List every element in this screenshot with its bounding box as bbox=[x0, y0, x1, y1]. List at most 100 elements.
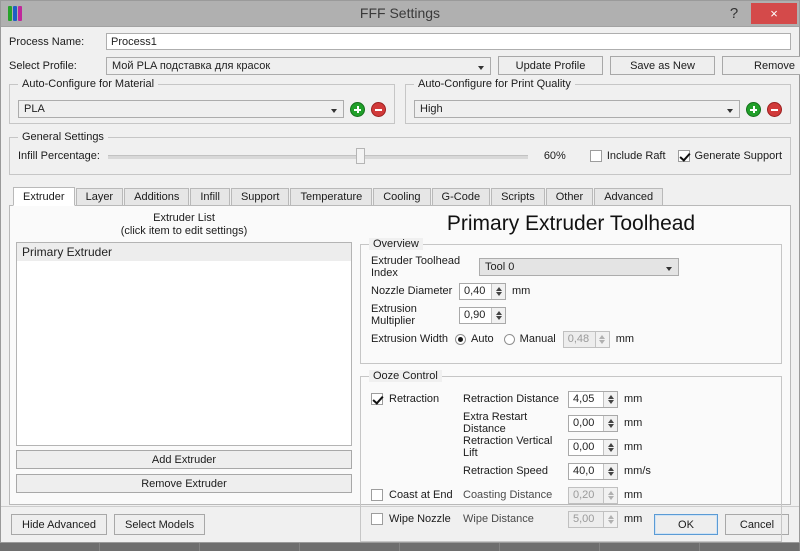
ooze-field-stepper[interactable] bbox=[603, 512, 617, 527]
process-name-input[interactable]: Process1 bbox=[106, 33, 791, 50]
help-button[interactable]: ? bbox=[723, 3, 745, 24]
wipe-nozzle-checkbox[interactable] bbox=[371, 513, 383, 525]
overview-title: Overview bbox=[369, 238, 423, 250]
tab-cooling[interactable]: Cooling bbox=[373, 188, 430, 205]
process-name-label: Process Name: bbox=[9, 36, 106, 48]
toolhead-settings-column: Primary Extruder Toolhead Overview Extru… bbox=[358, 206, 790, 504]
ooze-field-input[interactable]: 0,00 bbox=[568, 439, 618, 456]
quality-dropdown[interactable]: High bbox=[414, 100, 740, 118]
ooze-field-label: Wipe Distance bbox=[463, 513, 568, 525]
ooze-field-value: 0,00 bbox=[573, 417, 594, 429]
extrusion-multiplier-value: 0,90 bbox=[464, 309, 485, 321]
extrusion-width-auto-radio[interactable] bbox=[455, 334, 466, 345]
ooze-field-input[interactable]: 4,05 bbox=[568, 391, 618, 408]
ooze-field-stepper[interactable] bbox=[603, 392, 617, 407]
ooze-control-group: Ooze Control RetractionRetraction Distan… bbox=[360, 376, 782, 542]
tab-extruder[interactable]: Extruder bbox=[13, 187, 75, 206]
ooze-field-value: 4,05 bbox=[573, 393, 594, 405]
extrusion-width-value: 0,48 bbox=[568, 333, 589, 345]
generate-support-box[interactable] bbox=[678, 150, 690, 162]
tab-other[interactable]: Other bbox=[546, 188, 594, 205]
include-raft-label: Include Raft bbox=[607, 150, 666, 162]
generate-support-checkbox[interactable]: Generate Support bbox=[678, 150, 782, 162]
add-quality-icon[interactable] bbox=[746, 102, 761, 117]
tab-g-code[interactable]: G-Code bbox=[432, 188, 491, 205]
ooze-field-input[interactable]: 0,20 bbox=[568, 487, 618, 504]
process-name-row: Process Name: Process1 bbox=[9, 33, 791, 50]
extruder-list-column: Extruder List (click item to edit settin… bbox=[10, 206, 358, 504]
add-extruder-button[interactable]: Add Extruder bbox=[16, 450, 352, 469]
general-settings-title: General Settings bbox=[18, 131, 108, 143]
nozzle-diameter-input[interactable]: 0,40 bbox=[459, 283, 506, 300]
ooze-field-input[interactable]: 40,0 bbox=[568, 463, 618, 480]
include-raft-checkbox[interactable]: Include Raft bbox=[590, 150, 666, 162]
tab-infill[interactable]: Infill bbox=[190, 188, 230, 205]
select-models-button[interactable]: Select Models bbox=[114, 514, 205, 535]
ooze-field-label: Retraction Speed bbox=[463, 465, 568, 477]
ooze-row: Retraction Vertical Lift0,00mm bbox=[371, 437, 771, 457]
nozzle-diameter-value: 0,40 bbox=[464, 285, 485, 297]
ooze-field-stepper[interactable] bbox=[603, 464, 617, 479]
add-material-icon[interactable] bbox=[350, 102, 365, 117]
ooze-field-unit: mm bbox=[624, 417, 642, 429]
remove-profile-button[interactable]: Remove bbox=[722, 56, 800, 75]
ooze-field-value: 0,20 bbox=[573, 489, 594, 501]
ooze-field-stepper[interactable] bbox=[603, 488, 617, 503]
extrusion-width-stepper[interactable] bbox=[595, 332, 609, 347]
infill-slider-thumb[interactable] bbox=[356, 148, 365, 164]
list-item[interactable]: Primary Extruder bbox=[17, 243, 351, 261]
nozzle-diameter-stepper[interactable] bbox=[491, 284, 505, 299]
material-dropdown[interactable]: PLA bbox=[18, 100, 344, 118]
ooze-row: Retraction Speed 40,0 mm/s bbox=[371, 461, 771, 481]
close-icon[interactable]: × bbox=[751, 3, 797, 24]
ooze-field-label: Retraction Distance bbox=[463, 393, 568, 405]
remove-quality-icon[interactable] bbox=[767, 102, 782, 117]
ooze-field-unit: mm/s bbox=[624, 465, 651, 477]
update-profile-button[interactable]: Update Profile bbox=[498, 56, 603, 75]
toolhead-index-label: Extruder Toolhead Index bbox=[371, 255, 479, 279]
extruder-list-buttons: Add Extruder Remove Extruder bbox=[16, 446, 352, 504]
tab-panel-extruder: Extruder List (click item to edit settin… bbox=[9, 206, 791, 505]
retraction-checkbox[interactable] bbox=[371, 393, 383, 405]
tab-temperature[interactable]: Temperature bbox=[290, 188, 372, 205]
coast-at-end-label: Coast at End bbox=[389, 489, 453, 501]
tab-layer[interactable]: Layer bbox=[76, 188, 124, 205]
ooze-field-input[interactable]: 0,00 bbox=[568, 415, 618, 432]
dialog-content: Process Name: Process1 Select Profile: М… bbox=[1, 27, 799, 506]
infill-percentage-value: 60% bbox=[532, 150, 566, 162]
tab-additions[interactable]: Additions bbox=[124, 188, 189, 205]
extrusion-width-manual-radio[interactable] bbox=[504, 334, 515, 345]
extrusion-width-input[interactable]: 0,48 bbox=[563, 331, 610, 348]
extruder-listbox[interactable]: Primary Extruder bbox=[16, 242, 352, 446]
extrusion-multiplier-input[interactable]: 0,90 bbox=[459, 307, 506, 324]
select-profile-dropdown[interactable]: Мой PLA подставка для красок bbox=[106, 57, 491, 75]
include-raft-box[interactable] bbox=[590, 150, 602, 162]
ooze-field-value: 5,00 bbox=[573, 513, 594, 525]
tab-scripts[interactable]: Scripts bbox=[491, 188, 545, 205]
extruder-list-title-line1: Extruder List bbox=[16, 212, 352, 225]
hide-advanced-button[interactable]: Hide Advanced bbox=[11, 514, 107, 535]
ooze-field-stepper[interactable] bbox=[603, 416, 617, 431]
infill-slider[interactable] bbox=[108, 148, 528, 164]
ooze-field-value: 40,0 bbox=[573, 465, 594, 477]
extruder-list-title-line2: (click item to edit settings) bbox=[16, 225, 352, 238]
toolhead-heading: Primary Extruder Toolhead bbox=[360, 212, 782, 236]
generate-support-label: Generate Support bbox=[695, 150, 782, 162]
ooze-rows: RetractionRetraction Distance4,05mmExtra… bbox=[371, 389, 771, 529]
remove-material-icon[interactable] bbox=[371, 102, 386, 117]
infill-percentage-label: Infill Percentage: bbox=[18, 150, 100, 162]
extrusion-width-row: Extrusion Width Auto Manual 0,48 mm bbox=[371, 329, 771, 349]
extrusion-multiplier-stepper[interactable] bbox=[491, 308, 505, 323]
ooze-field-input[interactable]: 5,00 bbox=[568, 511, 618, 528]
settings-tabs: ExtruderLayerAdditionsInfillSupportTempe… bbox=[9, 186, 791, 206]
coast-at-end-checkbox[interactable] bbox=[371, 489, 383, 501]
remove-extruder-button[interactable]: Remove Extruder bbox=[16, 474, 352, 493]
infill-slider-track bbox=[108, 155, 528, 159]
tab-advanced[interactable]: Advanced bbox=[594, 188, 663, 205]
toolhead-index-dropdown[interactable]: Tool 0 bbox=[479, 258, 679, 276]
save-as-new-button[interactable]: Save as New bbox=[610, 56, 715, 75]
select-profile-row: Select Profile: Мой PLA подставка для кр… bbox=[9, 56, 791, 75]
title-bar: FFF Settings ? × bbox=[1, 1, 799, 27]
tab-support[interactable]: Support bbox=[231, 188, 290, 205]
ooze-field-stepper[interactable] bbox=[603, 440, 617, 455]
